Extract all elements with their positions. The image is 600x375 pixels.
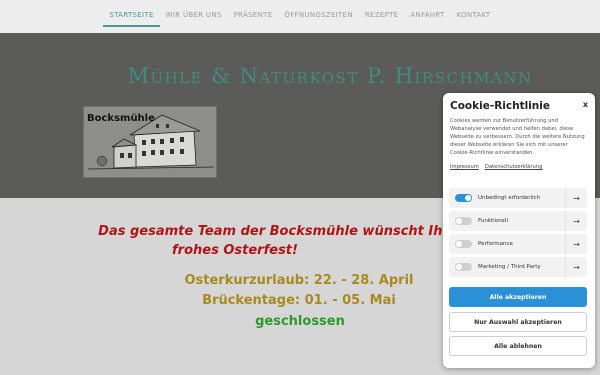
option-label: Marketing / Third Party — [478, 264, 541, 270]
arrow-right-icon[interactable]: → — [565, 188, 587, 208]
impressum-link[interactable]: Impressum — [450, 164, 479, 170]
option-label: Performance — [478, 241, 513, 247]
arrow-right-icon[interactable]: → — [565, 211, 587, 231]
accept-selection-button[interactable]: Nur Auswahl akzeptieren — [449, 312, 587, 332]
accept-all-button[interactable]: Alle akzeptieren — [449, 287, 587, 307]
toggle-essential[interactable] — [455, 194, 472, 202]
cookie-title: Cookie-Richtlinie — [450, 100, 550, 112]
arrow-right-icon[interactable]: → — [565, 234, 587, 254]
close-icon[interactable]: x — [583, 100, 588, 109]
top-navigation: Startseite Wir über uns Präsente Öffnung… — [0, 0, 600, 33]
privacy-policy-link[interactable]: Datenschutzerklärung — [485, 164, 543, 170]
nav-item-anfahrt[interactable]: Anfahrt — [404, 11, 450, 27]
cookie-option-performance[interactable]: Performance → — [449, 234, 587, 254]
toggle-performance[interactable] — [455, 240, 472, 248]
nav-item-praesente[interactable]: Präsente — [228, 11, 279, 27]
option-label: Funktionell — [478, 218, 508, 224]
option-label: Unbedingt erforderlich — [478, 195, 541, 201]
nav-item-kontakt[interactable]: Kontakt — [451, 11, 497, 27]
arrow-right-icon[interactable]: → — [565, 257, 587, 277]
nav-item-startseite[interactable]: Startseite — [103, 11, 160, 27]
toggle-marketing[interactable] — [455, 263, 472, 271]
cookie-option-marketing[interactable]: Marketing / Third Party → — [449, 257, 587, 277]
site-title[interactable]: Mühle & Naturkost P. Hirschmann — [0, 64, 600, 88]
toggle-functional[interactable] — [455, 217, 472, 225]
nav-item-rezepte[interactable]: Rezepte — [359, 11, 405, 27]
easter-greeting-line2: frohes Osterfest! — [172, 243, 298, 258]
site-logo[interactable]: Bocksmühle — [83, 106, 217, 178]
reject-all-button[interactable]: Alle ablehnen — [449, 336, 587, 356]
cookie-description: Cookies werden zur Benutzerführung und W… — [450, 118, 585, 156]
cookie-option-essential[interactable]: Unbedingt erforderlich → — [449, 188, 587, 208]
nav-item-oeffnungszeiten[interactable]: Öffnungszeiten — [278, 11, 358, 27]
cookie-option-functional[interactable]: Funktionell → — [449, 211, 587, 231]
logo-text: Bocksmühle — [87, 113, 155, 124]
nav-item-wir-ueber-uns[interactable]: Wir über uns — [160, 11, 228, 27]
